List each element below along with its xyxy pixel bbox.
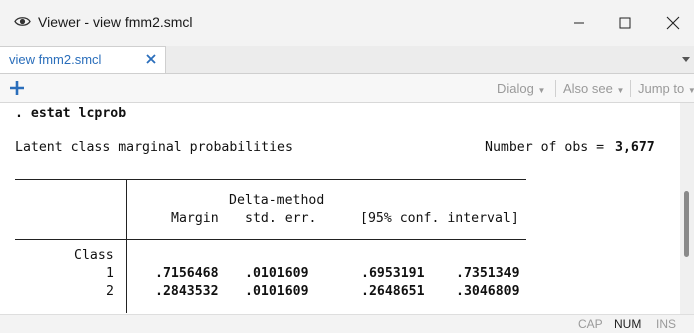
cell-ci-high: .7351349 [456,266,520,281]
also-see-button[interactable]: Also see ▼ [563,81,624,96]
also-see-label: Also see [563,81,613,96]
tab-view-fmm2[interactable]: view fmm2.smcl [0,46,166,73]
chevron-down-icon: ▼ [687,86,694,95]
jump-to-label: Jump to [638,81,685,96]
close-window-button[interactable] [650,0,694,46]
table-top-rule [15,179,526,180]
plus-icon[interactable] [8,79,26,97]
table-header-rule [15,239,526,240]
tab-bar: view fmm2.smcl [0,46,694,74]
header-std-err: std. err. [245,211,317,226]
cell-margin: .7156468 [155,266,219,281]
jump-to-button[interactable]: Jump to ▼ [638,81,694,96]
obs-label: Number of obs = [485,140,605,155]
cell-margin: .2843532 [155,284,219,299]
cell-std-err: .0101609 [245,266,309,281]
vertical-scrollbar[interactable] [680,103,694,314]
num-indicator: NUM [614,317,642,331]
row-group-label: Class [74,248,114,263]
window-title: Viewer - view fmm2.smcl [38,14,193,30]
header-conf-interval: [95% conf. interval] [360,211,519,226]
command-line: . estat lcprob [15,106,127,121]
obs-value: 3,677 [615,140,655,155]
minimize-button[interactable] [556,0,602,46]
table-column-divider [126,179,127,313]
chevron-down-icon: ▼ [616,86,625,95]
chevron-down-icon[interactable] [682,57,690,63]
separator [555,80,556,97]
chevron-down-icon: ▼ [537,86,546,95]
close-icon [666,16,680,30]
minimize-icon [574,22,584,24]
results-viewer[interactable]: . estat lcprob Latent class marginal pro… [0,103,680,314]
close-tab-icon[interactable] [144,52,158,66]
dialog-button[interactable]: Dialog ▼ [497,81,545,96]
cell-std-err: .0101609 [245,284,309,299]
scrollbar-thumb[interactable] [684,191,689,257]
output-heading: Latent class marginal probabilities [15,140,293,155]
eye-icon [14,17,31,26]
separator [630,80,631,97]
cell-ci-low: .6953191 [361,266,425,281]
cell-ci-high: .3046809 [456,284,520,299]
title-bar: Viewer - view fmm2.smcl [0,0,694,46]
header-delta-method: Delta-method [229,193,325,208]
cell-ci-low: .2648651 [361,284,425,299]
header-margin: Margin [171,211,219,226]
row-label: 2 [106,284,114,299]
maximize-icon [619,17,631,29]
dialog-label: Dialog [497,81,534,96]
row-label: 1 [106,266,114,281]
ins-indicator: INS [656,317,677,331]
toolbar: Dialog ▼ Also see ▼ Jump to ▼ [0,74,694,103]
cap-indicator: CAP [578,317,603,331]
status-bar: CAP NUM INS [0,314,694,333]
maximize-button[interactable] [602,0,648,46]
tab-label: view fmm2.smcl [9,52,102,67]
